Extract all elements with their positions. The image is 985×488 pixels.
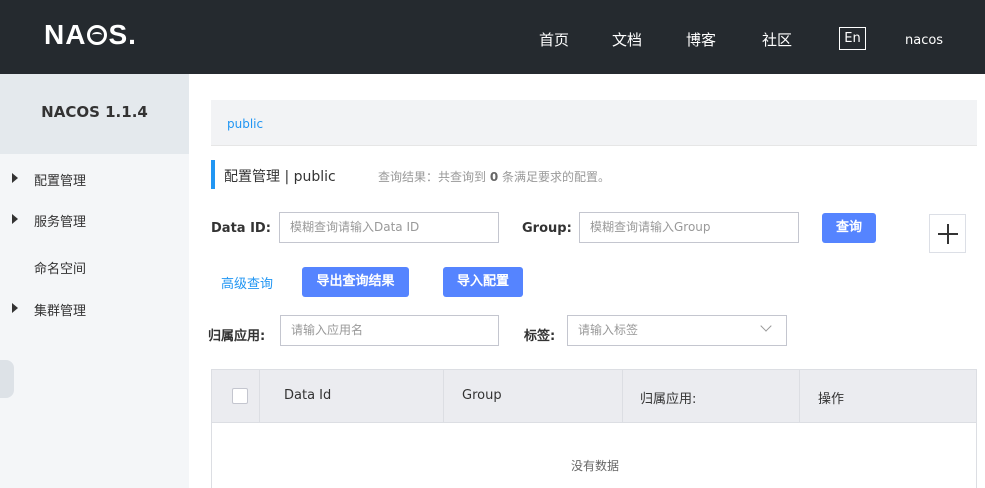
column-header-actions: 操作 — [818, 392, 845, 407]
page-title: 配置管理 | public — [224, 169, 336, 185]
sidebar-collapse-handle[interactable] — [0, 360, 14, 398]
sidebar-item-label: 配置管理 — [34, 174, 87, 189]
sidebar-item-label: 命名空间 — [34, 262, 87, 277]
caret-right-icon — [12, 173, 18, 183]
query-result-text: 查询结果：共查询到 0 条满足要求的配置。 — [378, 170, 611, 184]
sidebar-item-config[interactable]: 配置管理 — [0, 164, 189, 192]
tag-label: 标签: — [524, 329, 556, 344]
logo-o-icon — [87, 25, 108, 45]
table-body: 没有数据 — [211, 423, 977, 488]
column-divider — [622, 370, 623, 422]
top-navbar: NA S. 首页 文档 博客 社区 En nacos — [0, 0, 985, 74]
import-button[interactable]: 导入配置 — [443, 267, 523, 297]
caret-right-icon — [12, 303, 18, 313]
result-count: 0 — [489, 170, 499, 184]
nav-blog[interactable]: 博客 — [686, 29, 716, 50]
sidebar-title: NACOS 1.1.4 — [0, 74, 189, 154]
tag-select[interactable]: 请输入标签 — [567, 315, 787, 346]
title-accent — [211, 160, 215, 189]
sidebar-item-service[interactable]: 服务管理 — [0, 205, 189, 233]
add-config-button[interactable] — [929, 214, 966, 253]
column-header-dataid: Data Id — [284, 388, 332, 403]
column-divider — [799, 370, 800, 422]
user-name[interactable]: nacos — [905, 33, 943, 48]
select-all-checkbox[interactable] — [232, 388, 248, 404]
nav-home[interactable]: 首页 — [539, 29, 569, 50]
sidebar-item-label: 服务管理 — [34, 215, 87, 230]
query-button[interactable]: 查询 — [822, 213, 876, 243]
nav-docs[interactable]: 文档 — [612, 29, 642, 50]
sidebar-item-label: 集群管理 — [34, 304, 87, 319]
sidebar-item-cluster[interactable]: 集群管理 — [0, 294, 189, 322]
namespace-public-link[interactable]: public — [227, 117, 263, 131]
group-label: Group: — [522, 221, 572, 236]
sidebar-item-namespace[interactable]: 命名空间 — [0, 252, 189, 280]
app-input[interactable]: 请输入应用名 — [280, 315, 499, 346]
dataid-input[interactable]: 模糊查询请输入Data ID — [279, 212, 499, 243]
group-input[interactable]: 模糊查询请输入Group — [579, 212, 799, 243]
language-toggle[interactable]: En — [839, 27, 866, 50]
column-header-app: 归属应用: — [640, 392, 697, 407]
table-header: Data Id Group 归属应用: 操作 — [211, 369, 977, 423]
nav-community[interactable]: 社区 — [762, 29, 792, 50]
advanced-query-link[interactable]: 高级查询 — [221, 273, 273, 292]
column-header-group: Group — [462, 388, 502, 403]
sidebar: NACOS 1.1.4 配置管理 服务管理 命名空间 集群管理 — [0, 74, 189, 488]
export-button[interactable]: 导出查询结果 — [302, 267, 409, 297]
empty-state-text: 没有数据 — [570, 459, 619, 473]
column-divider — [259, 370, 260, 422]
app-label: 归属应用: — [208, 329, 266, 344]
caret-right-icon — [12, 214, 18, 224]
dataid-label: Data ID: — [211, 221, 271, 236]
column-divider — [443, 370, 444, 422]
namespace-bar: public — [211, 100, 977, 146]
nacos-logo[interactable]: NA S. — [44, 19, 137, 51]
